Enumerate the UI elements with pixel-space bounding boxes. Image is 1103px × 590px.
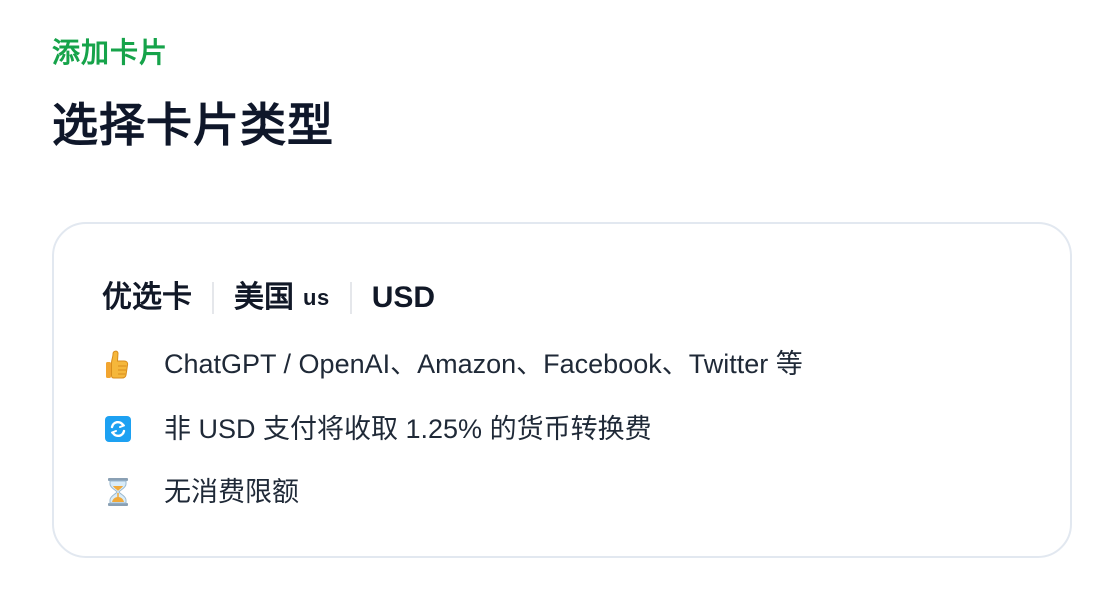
preferred-card-option[interactable]: 优选卡 美国 us USD ChatGPT / OpenAI、Amazon、Fa… bbox=[52, 222, 1072, 558]
card-type-label: 优选卡 bbox=[102, 281, 192, 314]
feature-item-no-limit: 无消费限额 bbox=[102, 472, 299, 512]
feature-text: ChatGPT / OpenAI、Amazon、Facebook、Twitter… bbox=[164, 349, 803, 379]
feature-text: 非 USD 支付将收取 1.25% 的货币转换费 bbox=[164, 414, 652, 444]
card-region-label: 美国 bbox=[234, 281, 294, 314]
header-divider bbox=[212, 282, 214, 314]
feature-item-supported-merchants: ChatGPT / OpenAI、Amazon、Facebook、Twitter… bbox=[102, 344, 803, 384]
region-flag-code: us bbox=[303, 285, 330, 310]
page-title: 选择卡片类型 bbox=[52, 99, 334, 151]
currency-exchange-icon bbox=[102, 413, 134, 445]
card-option-header: 优选卡 美国 us USD bbox=[102, 278, 435, 318]
thumbs-up-icon bbox=[102, 348, 134, 380]
header-divider bbox=[349, 282, 352, 314]
feature-text: 无消费限额 bbox=[164, 477, 299, 507]
add-card-eyebrow: 添加卡片 bbox=[52, 37, 169, 68]
card-currency-label: USD bbox=[371, 281, 436, 314]
feature-item-currency-fee: 非 USD 支付将收取 1.25% 的货币转换费 bbox=[102, 409, 652, 449]
hourglass-icon bbox=[102, 476, 134, 508]
